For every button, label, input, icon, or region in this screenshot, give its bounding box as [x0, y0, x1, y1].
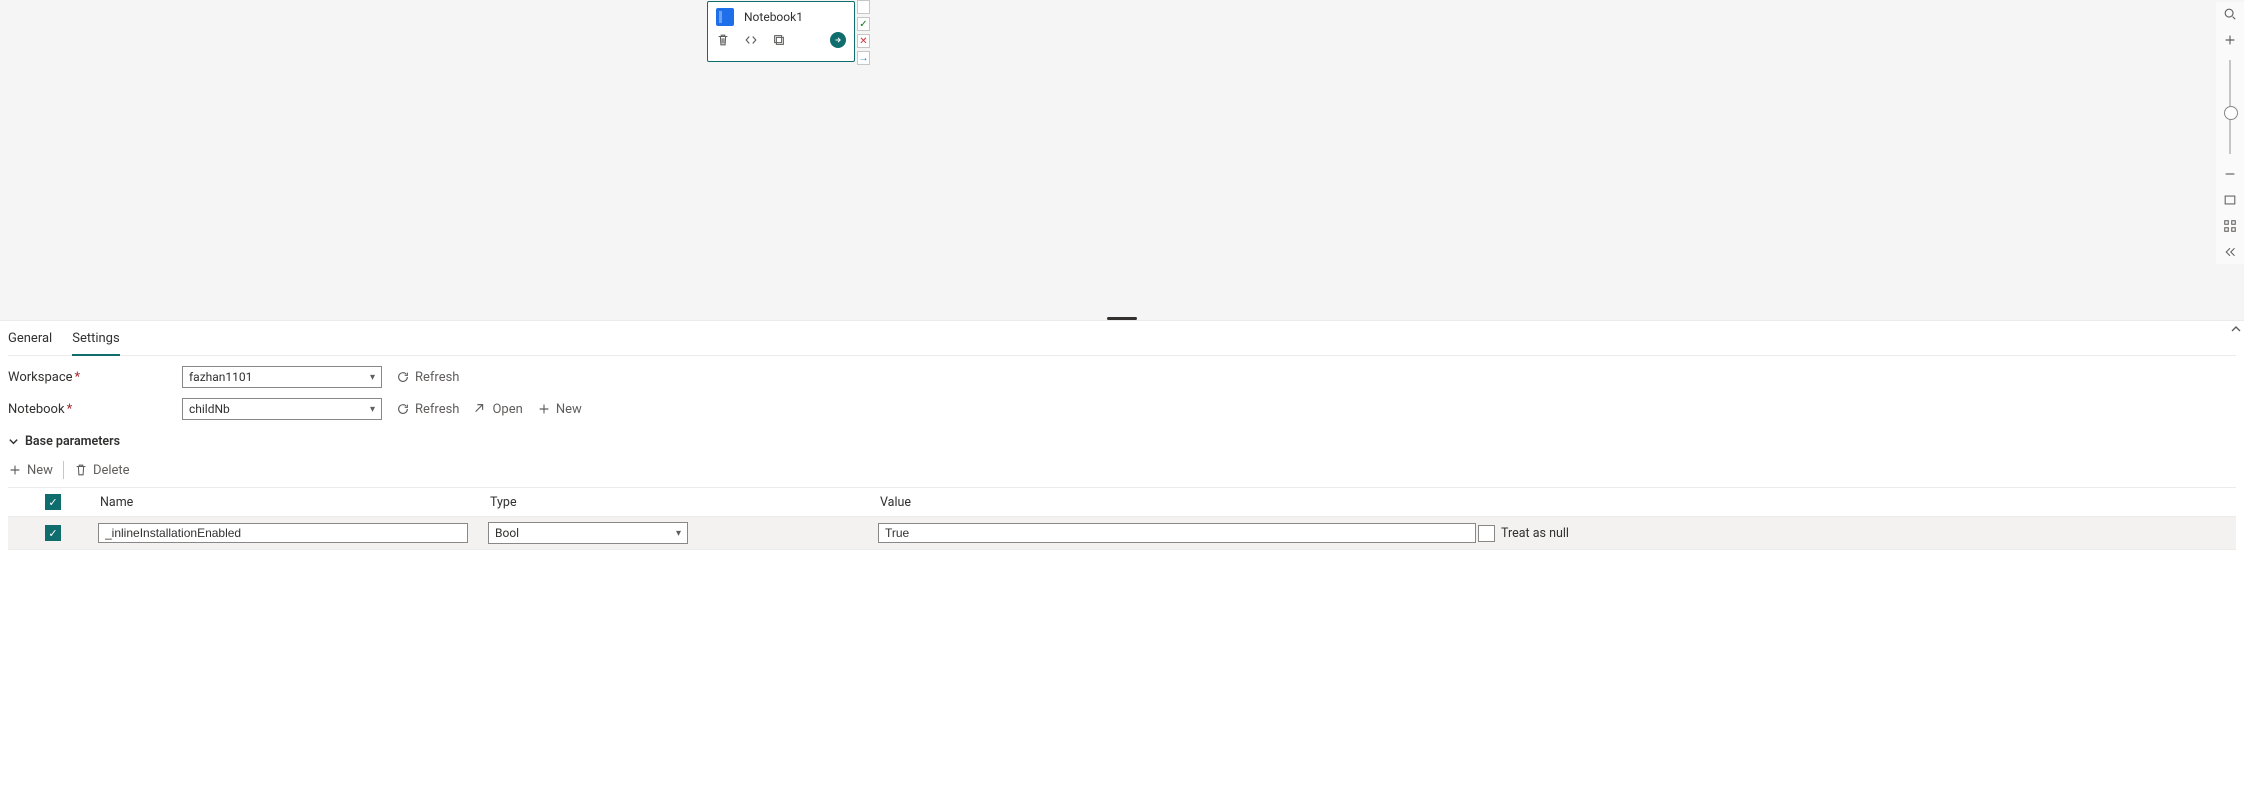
collapse-rail-icon[interactable]: [2218, 240, 2242, 264]
auto-align-icon[interactable]: [2218, 214, 2242, 238]
notebook-new-button[interactable]: New: [537, 402, 582, 417]
params-delete-button[interactable]: Delete: [74, 463, 130, 478]
status-cell-skip-icon[interactable]: →: [857, 51, 870, 65]
workspace-refresh-button[interactable]: Refresh: [396, 370, 459, 385]
copy-icon[interactable]: [772, 33, 786, 47]
params-grid-header: ✓ Name Type Value: [8, 487, 2236, 517]
col-type: Type: [488, 495, 878, 510]
zoom-in-icon[interactable]: [2218, 28, 2242, 52]
panel-tabs: General Settings: [8, 321, 2236, 356]
notebook-open-button[interactable]: Open: [473, 402, 522, 417]
params-new-button[interactable]: New: [8, 463, 53, 478]
chevron-down-icon: ▾: [370, 372, 375, 383]
tab-general[interactable]: General: [8, 327, 52, 355]
tab-settings[interactable]: Settings: [72, 327, 119, 356]
treat-as-null-cell: Treat as null: [1478, 525, 1598, 542]
notebook-icon: [716, 8, 734, 26]
param-type-value: Bool: [495, 526, 519, 540]
col-name: Name: [98, 495, 488, 510]
treat-as-null-checkbox[interactable]: [1478, 525, 1495, 542]
treat-as-null-label: Treat as null: [1501, 526, 1569, 541]
params-grid-row: ✓ Bool ▾ Treat as null: [8, 517, 2236, 550]
param-name-input[interactable]: [98, 523, 468, 543]
workspace-select-value: fazhan1101: [189, 370, 252, 384]
pipeline-canvas[interactable]: Notebook1: [0, 0, 2244, 320]
notebook-row: Notebook* childNb ▾ Refresh Open New: [8, 388, 2236, 420]
activity-title: Notebook1: [744, 10, 803, 24]
run-activity-icon[interactable]: [830, 32, 846, 48]
param-type-select[interactable]: Bool ▾: [488, 522, 688, 544]
chevron-down-icon: ▾: [370, 404, 375, 415]
workspace-label: Workspace*: [8, 370, 168, 385]
workspace-select[interactable]: fazhan1101 ▾: [182, 366, 382, 388]
code-icon[interactable]: [744, 33, 758, 47]
notebook-select-value: childNb: [189, 402, 230, 416]
properties-panel: General Settings Workspace* fazhan1101 ▾…: [0, 320, 2244, 550]
fit-to-screen-icon[interactable]: [2218, 188, 2242, 212]
status-cell-empty: [857, 0, 870, 14]
base-parameters-header[interactable]: Base parameters: [8, 420, 2236, 451]
chevron-down-icon: ▾: [676, 528, 681, 539]
zoom-slider[interactable]: [2229, 60, 2231, 154]
row-checkbox[interactable]: ✓: [45, 525, 61, 541]
status-cell-success-icon[interactable]: ✓: [857, 17, 870, 31]
select-all-checkbox[interactable]: ✓: [45, 494, 61, 510]
notebook-refresh-button[interactable]: Refresh: [396, 402, 459, 417]
param-value-input[interactable]: [878, 523, 1476, 543]
canvas-tool-rail: [2216, 2, 2244, 264]
status-cell-fail-icon[interactable]: ✕: [857, 34, 870, 48]
search-icon[interactable]: [2218, 2, 2242, 26]
workspace-row: Workspace* fazhan1101 ▾ Refresh: [8, 356, 2236, 388]
notebook-label: Notebook*: [8, 402, 168, 417]
notebook-select[interactable]: childNb ▾: [182, 398, 382, 420]
zoom-slider-thumb[interactable]: [2224, 106, 2238, 120]
activity-status-strip: ✓ ✕ →: [857, 0, 870, 65]
col-value: Value: [878, 495, 1478, 510]
zoom-out-icon[interactable]: [2218, 162, 2242, 186]
notebook-activity-card[interactable]: Notebook1: [707, 1, 855, 62]
toolbar-separator: [63, 461, 64, 479]
params-grid: ✓ Name Type Value ✓ Bool ▾: [8, 487, 2236, 550]
delete-activity-icon[interactable]: [716, 33, 730, 47]
params-toolbar: New Delete: [8, 451, 2236, 487]
